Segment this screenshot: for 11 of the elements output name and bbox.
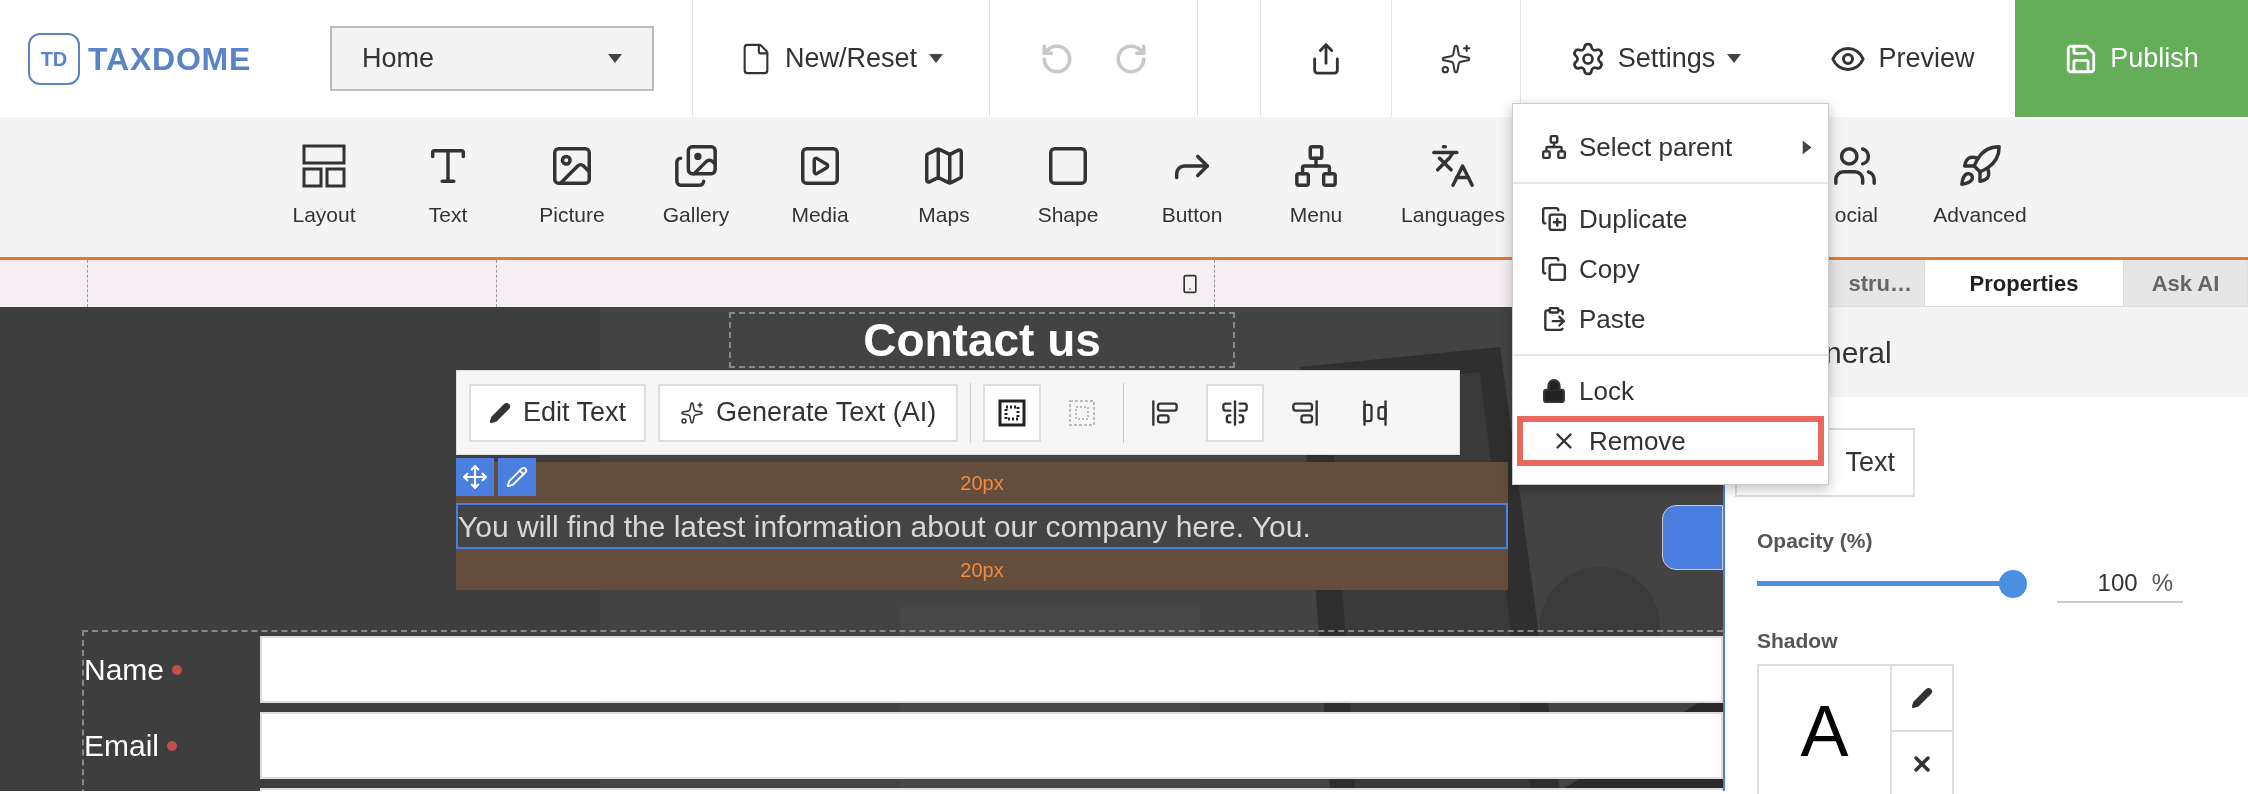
percent-unit: % [2151,567,2173,598]
heading: Contact us [863,317,1101,363]
field-label: Email [84,728,159,764]
padding-label: 20px [960,557,1004,583]
field-label: Name [84,652,165,688]
shadow-label: Shadow [1757,627,1839,654]
padding-label: 20px [960,470,1004,496]
logo-text: TAXDOME [88,39,252,79]
shadow-preview: A [1759,666,1892,794]
opacity-label: Opacity (%) [1757,528,1874,554]
logo-badge: TD [28,32,80,85]
